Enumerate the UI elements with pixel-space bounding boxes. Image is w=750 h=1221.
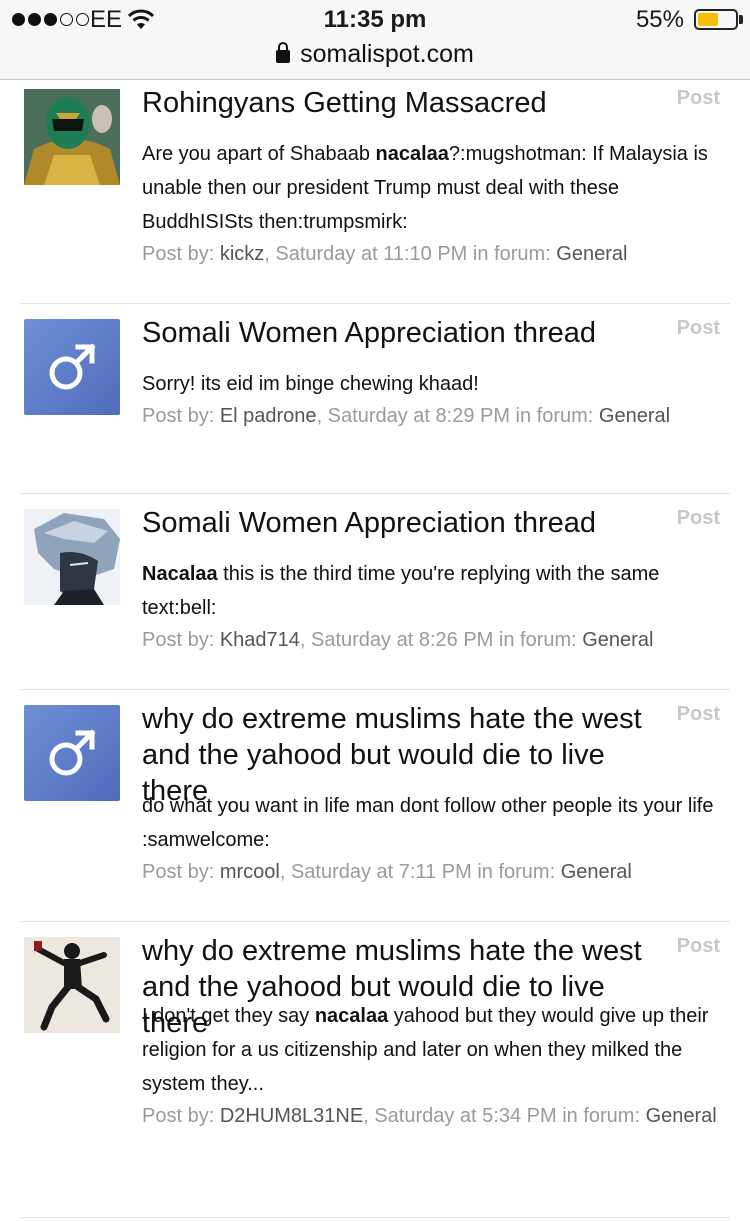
meta-prefix: Post by: (142, 1105, 220, 1127)
post-type-label: Post (676, 507, 720, 529)
post-type-label: Post (676, 703, 720, 725)
url-text: somalispot.com (300, 40, 474, 68)
power-ranger-avatar-icon (24, 89, 120, 185)
battery-level (698, 13, 718, 26)
meta-prefix: Post by: (142, 629, 220, 651)
meta-date: , Saturday at 11:10 PM in forum: (264, 243, 557, 265)
post-meta: Post by: Khad714, Saturday at 8:26 PM in… (142, 626, 727, 654)
list-item: Post Somali Women Appreciation thread Na… (0, 494, 750, 690)
male-symbol-icon (49, 729, 96, 776)
post-snippet: Nacalaa this is the third time you're re… (142, 557, 727, 625)
divider (20, 1217, 730, 1218)
post-meta: Post by: El padrone, Saturday at 8:29 PM… (142, 402, 727, 430)
post-title-link[interactable]: Somali Women Appreciation thread (142, 505, 672, 541)
snippet-text: do what you want in life man dont follow… (142, 795, 714, 851)
battery-percent: 55% (635, 6, 684, 33)
snippet-highlight: nacalaa (375, 143, 449, 165)
male-symbol-icon (49, 343, 96, 390)
list-item: Post Rohingyans Getting Massacred Are yo… (0, 80, 750, 304)
avatar[interactable] (24, 705, 120, 801)
snippet-text: Are you apart of Shabaab (142, 143, 376, 165)
list-item: Post why do extreme muslims hate the wes… (0, 690, 750, 922)
forum-link[interactable]: General (599, 405, 670, 427)
post-type-label: Post (676, 317, 720, 339)
author-link[interactable]: Khad714 (220, 629, 300, 651)
browser-chrome: EE 11:35 pm 55% somalispot.com (0, 0, 750, 80)
post-snippet: Are you apart of Shabaab nacalaa?:mugsho… (142, 137, 727, 239)
jumping-figure-avatar-icon (24, 937, 120, 1033)
forum-link[interactable]: General (646, 1105, 717, 1127)
avatar[interactable] (24, 319, 120, 415)
meta-prefix: Post by: (142, 861, 220, 883)
author-link[interactable]: kickz (220, 243, 264, 265)
post-title-link[interactable]: Rohingyans Getting Massacred (142, 85, 672, 121)
post-snippet: Sorry! its eid im binge chewing khaad! (142, 367, 727, 401)
snippet-text: this is the third time you're replying w… (142, 563, 660, 619)
avatar[interactable] (24, 937, 120, 1033)
forum-link[interactable]: General (556, 243, 627, 265)
forum-link[interactable]: General (561, 861, 632, 883)
meta-date: , Saturday at 8:29 PM in forum: (316, 405, 599, 427)
post-type-label: Post (676, 935, 720, 957)
avatar[interactable] (24, 89, 120, 185)
post-meta: Post by: kickz, Saturday at 11:10 PM in … (142, 240, 727, 268)
author-link[interactable]: El padrone (220, 405, 317, 427)
meta-date: , Saturday at 5:34 PM in forum: (363, 1105, 646, 1127)
meta-date: , Saturday at 7:11 PM in forum: (279, 861, 561, 883)
author-link[interactable]: mrcool (220, 861, 280, 883)
post-type-label: Post (676, 87, 720, 109)
post-snippet: do what you want in life man dont follow… (142, 789, 727, 857)
avatar[interactable] (24, 509, 120, 605)
snippet-highlight: Nacalaa (142, 563, 218, 585)
post-title-link[interactable]: Somali Women Appreciation thread (142, 315, 672, 351)
meta-date: , Saturday at 8:26 PM in forum: (299, 629, 583, 651)
anime-character-avatar-icon (24, 509, 120, 605)
post-meta: Post by: mrcool, Saturday at 7:11 PM in … (142, 858, 727, 886)
post-snippet: I don't get they say nacalaa yahood but … (142, 999, 727, 1101)
meta-prefix: Post by: (142, 243, 220, 265)
snippet-text: I don't get they say (142, 1005, 315, 1027)
lock-icon (276, 42, 291, 63)
meta-prefix: Post by: (142, 405, 220, 427)
address-bar[interactable]: somalispot.com (0, 40, 750, 72)
battery-tip (739, 15, 743, 24)
snippet-highlight: nacalaa (314, 1005, 389, 1027)
post-meta: Post by: D2HUM8L31NE, Saturday at 5:34 P… (142, 1102, 727, 1130)
list-item: Post why do extreme muslims hate the wes… (0, 922, 750, 1218)
snippet-text: Sorry! its eid im binge chewing khaad! (142, 373, 479, 395)
battery-icon (694, 9, 738, 30)
author-link[interactable]: D2HUM8L31NE (220, 1105, 363, 1127)
status-bar: EE 11:35 pm 55% (0, 6, 750, 36)
list-item: Post Somali Women Appreciation thread So… (0, 304, 750, 494)
forum-link[interactable]: General (582, 629, 653, 651)
